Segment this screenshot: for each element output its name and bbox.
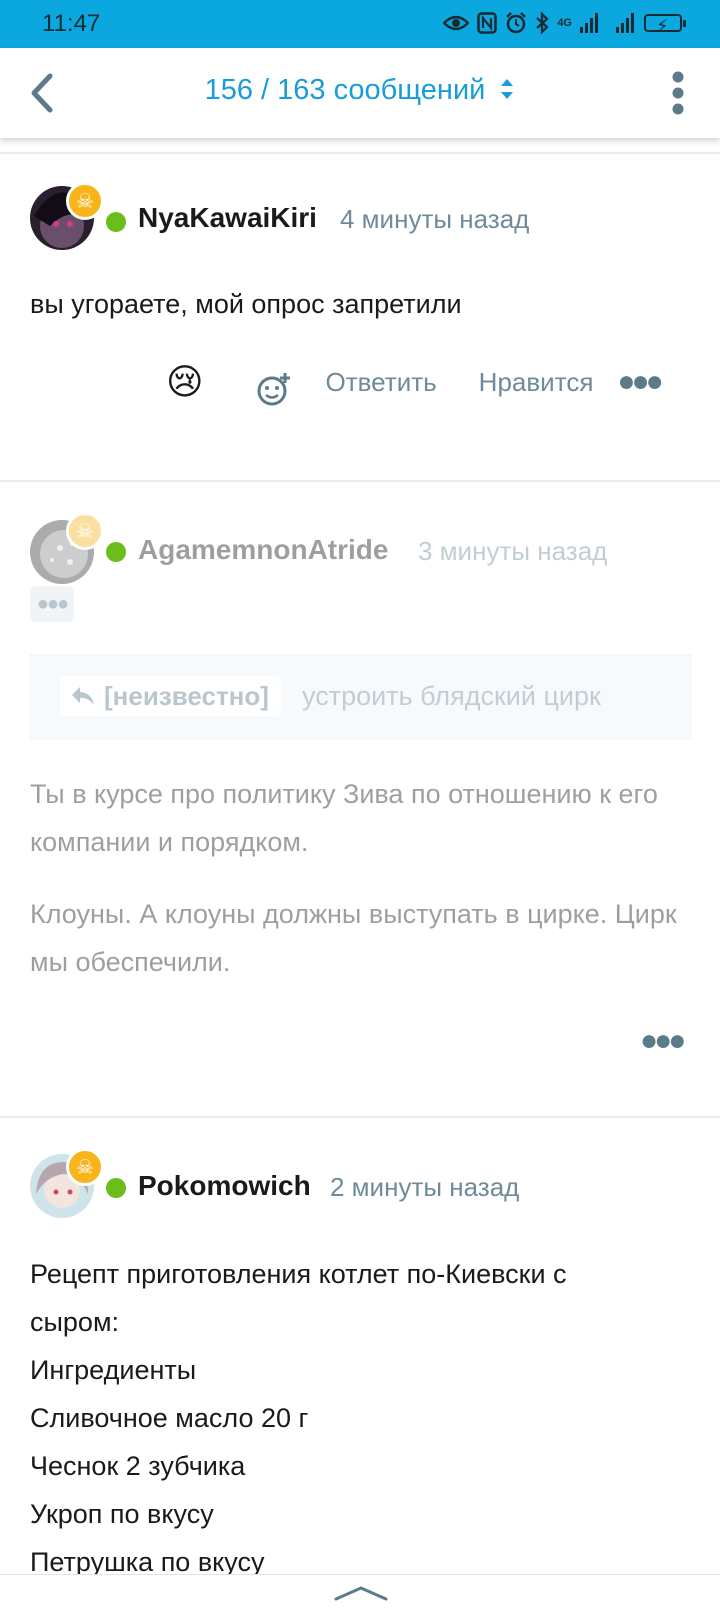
username[interactable]: AgamemnonAtride: [138, 534, 388, 566]
post-paragraph: Ты в курсе про политику Зива по отношени…: [30, 779, 658, 857]
message-counter-label: 156 / 163 сообщений: [204, 74, 486, 106]
online-indicator: [106, 542, 126, 562]
post-text: Рецепт приготовления котлет по-Киевски с…: [30, 1250, 680, 1586]
signal-bars-icon: [580, 13, 598, 33]
timestamp: 4 минуты назад: [340, 204, 530, 234]
battery-charging-icon: ⚡: [644, 14, 686, 36]
skull-badge-icon: ☠: [66, 182, 104, 220]
timestamp: 3 минуты назад: [418, 536, 608, 566]
alarm-icon: [506, 12, 527, 34]
bottom-handle-bar[interactable]: [0, 1574, 720, 1613]
nfc-icon: [477, 12, 498, 34]
online-indicator: [106, 212, 126, 232]
bluetooth-icon: [536, 11, 549, 35]
divider: [0, 152, 720, 154]
divider: [0, 480, 720, 482]
quote-author-chip: [неизвестно]: [60, 676, 281, 716]
like-button[interactable]: Нравится: [479, 367, 594, 398]
quote-text: устроить блядский цирк: [302, 681, 601, 711]
username[interactable]: NyaKawaiKiri: [138, 202, 317, 234]
collapsed-indicator-button[interactable]: ●●●: [30, 586, 74, 622]
quote-block[interactable]: [неизвестно] устроить блядский цирк: [30, 654, 692, 740]
post-actions: 😢 Ответить Нравится ●●●: [166, 357, 664, 407]
text-line: Чеснок 2 зубчика: [30, 1451, 246, 1481]
text-line: Укроп по вкусу: [30, 1499, 214, 1529]
divider: [0, 1116, 720, 1118]
username[interactable]: Pokomowich: [138, 1170, 311, 1202]
reply-arrow-icon: [72, 687, 94, 705]
more-horiz-icon[interactable]: ●●●: [640, 1024, 686, 1058]
signal-4g-icon: 4G: [557, 16, 572, 29]
add-reaction-icon[interactable]: [256, 371, 292, 407]
status-time: 11:47: [42, 10, 101, 37]
status-bar: 11:47 4G ⚡: [0, 0, 720, 48]
crying-reaction-icon[interactable]: 😢: [166, 361, 204, 403]
text-line: сыром:: [30, 1307, 120, 1337]
post-text: вы угораете, мой опрос запретили: [30, 289, 462, 319]
more-vert-icon[interactable]: [670, 70, 686, 116]
more-horiz-icon[interactable]: ●●●: [617, 365, 663, 399]
skull-badge-icon: ☠: [66, 512, 104, 550]
timestamp: 2 минуты назад: [330, 1172, 520, 1202]
sort-updown-icon: [501, 79, 514, 100]
status-icons: 4G ⚡: [443, 11, 686, 36]
online-indicator: [106, 1178, 126, 1198]
text-line: Ингредиенты: [30, 1355, 197, 1385]
text-line: Рецепт приготовления котлет по-Киевски с: [30, 1259, 567, 1289]
text-line: Сливочное масло 20 г: [30, 1403, 309, 1433]
skull-badge-icon: ☠: [66, 1148, 104, 1186]
signal-icon: [616, 13, 634, 33]
chevron-up-icon[interactable]: [334, 1585, 388, 1601]
quote-author: [неизвестно]: [104, 680, 269, 711]
message-counter[interactable]: 156 / 163 сообщений: [0, 74, 720, 107]
top-app-bar: 156 / 163 сообщений: [0, 48, 720, 138]
reply-button[interactable]: Ответить: [326, 367, 437, 398]
eye-icon: [443, 15, 470, 31]
post-paragraph: Клоуны. А клоуны должны выступать в цирк…: [30, 899, 677, 977]
